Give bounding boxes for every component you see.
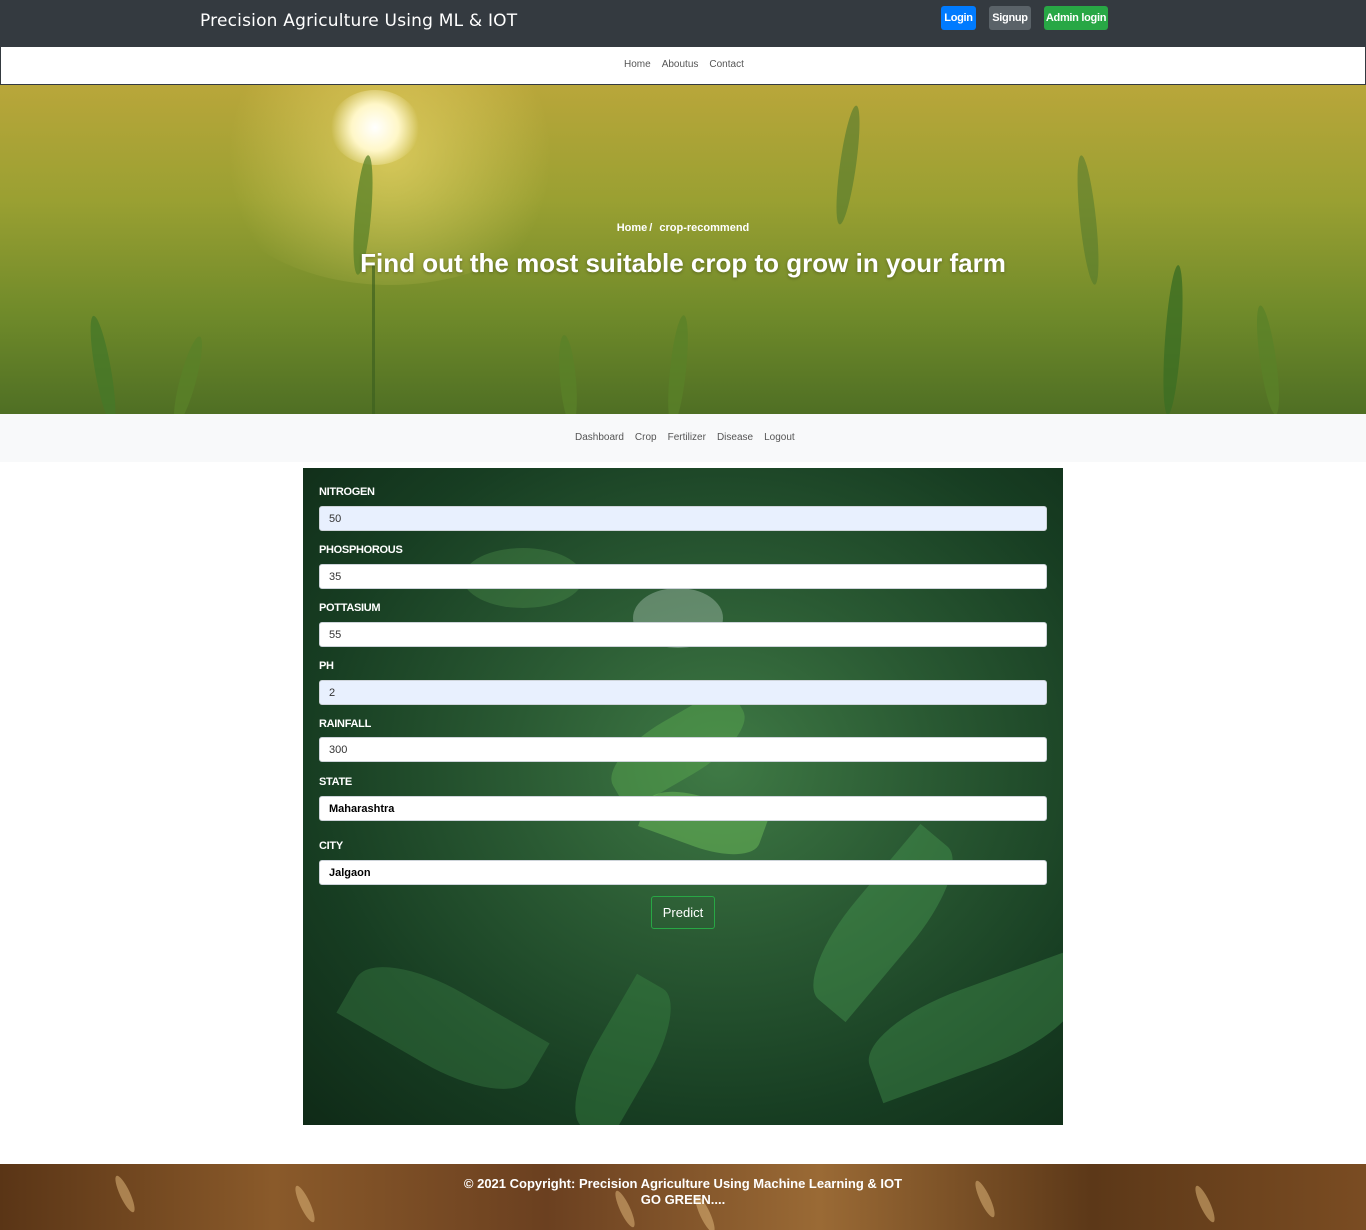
rainfall-label: RAINFALL bbox=[319, 718, 371, 730]
breadcrumb: Home / crop-recommend bbox=[0, 222, 1366, 234]
ph-input[interactable]: 2 bbox=[319, 680, 1047, 705]
nav-link-home[interactable]: Home bbox=[624, 59, 651, 70]
potassium-label: POTTASIUM bbox=[319, 602, 381, 614]
nitrogen-label: NITROGEN bbox=[319, 486, 375, 498]
brand-title[interactable]: Precision Agriculture Using ML & IOT bbox=[200, 11, 517, 31]
city-select[interactable]: Jalgaon bbox=[319, 860, 1047, 885]
nav-link-contact[interactable]: Contact bbox=[709, 59, 743, 70]
signup-button[interactable]: Signup bbox=[989, 6, 1031, 30]
admin-login-button[interactable]: Admin login bbox=[1044, 6, 1108, 30]
breadcrumb-current: crop-recommend bbox=[659, 222, 750, 234]
state-label: STATE bbox=[319, 776, 352, 788]
top-navbar: Precision Agriculture Using ML & IOT Log… bbox=[0, 0, 1366, 46]
nitrogen-input[interactable]: 50 bbox=[319, 506, 1047, 531]
secondary-nav: Home Aboutus Contact bbox=[0, 46, 1366, 85]
nav-link-aboutus[interactable]: Aboutus bbox=[662, 59, 699, 70]
breadcrumb-home[interactable]: Home bbox=[617, 222, 648, 234]
nav-link-disease[interactable]: Disease bbox=[717, 432, 753, 443]
hero-banner: Home / crop-recommend Find out the most s… bbox=[0, 85, 1366, 414]
crop-form-panel: NITROGEN 50 PHOSPHOROUS 35 POTTASIUM 55 … bbox=[303, 468, 1063, 1125]
sun-image bbox=[330, 90, 420, 165]
rainfall-input[interactable]: 300 bbox=[319, 737, 1047, 762]
dashboard-nav: Dashboard Crop Fertilizer Disease Logout bbox=[0, 414, 1366, 462]
nav-link-logout[interactable]: Logout bbox=[764, 432, 795, 443]
potassium-input[interactable]: 55 bbox=[319, 622, 1047, 647]
login-button[interactable]: Login bbox=[941, 6, 976, 30]
nav-link-crop[interactable]: Crop bbox=[635, 432, 657, 443]
predict-button[interactable]: Predict bbox=[651, 896, 715, 929]
phosphorous-input[interactable]: 35 bbox=[319, 564, 1047, 589]
footer: © 2021 Copyright: Precision Agriculture … bbox=[0, 1164, 1366, 1230]
ph-label: PH bbox=[319, 660, 334, 672]
nav-link-fertilizer[interactable]: Fertilizer bbox=[668, 432, 706, 443]
footer-copyright: © 2021 Copyright: Precision Agriculture … bbox=[463, 1176, 903, 1191]
page-title: Find out the most suitable crop to grow … bbox=[360, 248, 1006, 278]
nav-link-dashboard[interactable]: Dashboard bbox=[575, 432, 624, 443]
city-label: CITY bbox=[319, 840, 343, 852]
footer-tagline: GO GREEN.... bbox=[640, 1192, 726, 1207]
state-select[interactable]: Maharashtra bbox=[319, 796, 1047, 821]
breadcrumb-separator: / bbox=[649, 222, 653, 234]
phosphorous-label: PHOSPHOROUS bbox=[319, 544, 403, 556]
